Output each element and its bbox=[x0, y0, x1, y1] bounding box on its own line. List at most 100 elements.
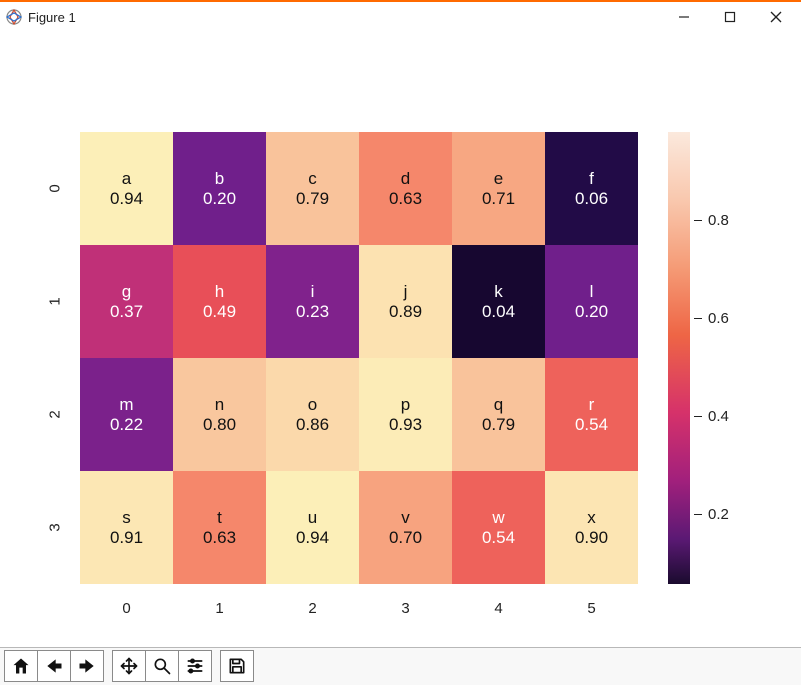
colorbar-tick: 0.2 bbox=[694, 506, 729, 523]
window-frame: Figure 1 0 1 2 3 a0.94b0.20c0.79d0.63e0.… bbox=[0, 0, 801, 685]
heatmap-cell: g0.37 bbox=[80, 245, 173, 358]
y-tick: 0 bbox=[47, 174, 64, 204]
cell-label: t bbox=[217, 508, 222, 528]
figure-canvas[interactable]: 0 1 2 3 a0.94b0.20c0.79d0.63e0.71f0.06g0… bbox=[0, 32, 801, 647]
colorbar-tick: 0.4 bbox=[694, 408, 729, 425]
cell-label: j bbox=[404, 282, 408, 302]
cell-value: 0.86 bbox=[296, 415, 329, 435]
colorbar bbox=[668, 132, 690, 584]
x-tick: 3 bbox=[359, 600, 452, 617]
zoom-button[interactable] bbox=[145, 650, 179, 682]
cell-value: 0.20 bbox=[203, 189, 236, 209]
cell-label: d bbox=[401, 169, 410, 189]
y-tick: 3 bbox=[47, 513, 64, 543]
configure-subplots-button[interactable] bbox=[178, 650, 212, 682]
minimize-button[interactable] bbox=[661, 2, 707, 32]
heatmap-cell: b0.20 bbox=[173, 132, 266, 245]
cell-label: p bbox=[401, 395, 410, 415]
cell-value: 0.06 bbox=[575, 189, 608, 209]
heatmap-plot: 0 1 2 3 a0.94b0.20c0.79d0.63e0.71f0.06g0… bbox=[60, 112, 760, 632]
cell-label: l bbox=[590, 282, 594, 302]
cell-value: 0.63 bbox=[389, 189, 422, 209]
cell-label: u bbox=[308, 508, 317, 528]
heatmap-cell: w0.54 bbox=[452, 471, 545, 584]
cell-value: 0.71 bbox=[482, 189, 515, 209]
cell-value: 0.94 bbox=[110, 189, 143, 209]
cell-value: 0.80 bbox=[203, 415, 236, 435]
titlebar: Figure 1 bbox=[0, 2, 801, 32]
cell-value: 0.89 bbox=[389, 302, 422, 322]
heatmap-cell: j0.89 bbox=[359, 245, 452, 358]
x-tick: 2 bbox=[266, 600, 359, 617]
heatmap-cell: m0.22 bbox=[80, 358, 173, 471]
cell-value: 0.70 bbox=[389, 528, 422, 548]
heatmap-cell: p0.93 bbox=[359, 358, 452, 471]
x-tick: 5 bbox=[545, 600, 638, 617]
x-axis-ticks: 0 1 2 3 4 5 bbox=[80, 594, 638, 618]
pan-button[interactable] bbox=[112, 650, 146, 682]
cell-label: h bbox=[215, 282, 224, 302]
cell-label: r bbox=[589, 395, 595, 415]
y-tick: 1 bbox=[47, 287, 64, 317]
cell-value: 0.54 bbox=[482, 528, 515, 548]
cell-label: v bbox=[401, 508, 410, 528]
x-tick: 0 bbox=[80, 600, 173, 617]
colorbar-tick: 0.8 bbox=[694, 212, 729, 229]
cell-label: f bbox=[589, 169, 594, 189]
heatmap-cell: s0.91 bbox=[80, 471, 173, 584]
heatmap-cell: d0.63 bbox=[359, 132, 452, 245]
cell-label: q bbox=[494, 395, 503, 415]
save-button[interactable] bbox=[220, 650, 254, 682]
heatmap-cell: e0.71 bbox=[452, 132, 545, 245]
cell-label: w bbox=[492, 508, 504, 528]
colorbar-tick: 0.6 bbox=[694, 310, 729, 327]
window-title: Figure 1 bbox=[28, 10, 76, 25]
cell-label: n bbox=[215, 395, 224, 415]
maximize-button[interactable] bbox=[707, 2, 753, 32]
x-tick: 4 bbox=[452, 600, 545, 617]
heatmap-cell: q0.79 bbox=[452, 358, 545, 471]
heatmap-grid: a0.94b0.20c0.79d0.63e0.71f0.06g0.37h0.49… bbox=[80, 132, 638, 584]
heatmap-cell: k0.04 bbox=[452, 245, 545, 358]
back-button[interactable] bbox=[37, 650, 71, 682]
cell-value: 0.04 bbox=[482, 302, 515, 322]
y-axis-ticks: 0 1 2 3 bbox=[40, 132, 70, 584]
home-button[interactable] bbox=[4, 650, 38, 682]
cell-value: 0.90 bbox=[575, 528, 608, 548]
cell-value: 0.63 bbox=[203, 528, 236, 548]
cell-value: 0.91 bbox=[110, 528, 143, 548]
y-tick: 2 bbox=[47, 400, 64, 430]
cell-value: 0.23 bbox=[296, 302, 329, 322]
app-icon bbox=[6, 9, 22, 25]
cell-label: x bbox=[587, 508, 596, 528]
heatmap-cell: a0.94 bbox=[80, 132, 173, 245]
cell-label: b bbox=[215, 169, 224, 189]
cell-label: g bbox=[122, 282, 131, 302]
cell-label: m bbox=[119, 395, 133, 415]
cell-label: a bbox=[122, 169, 131, 189]
cell-value: 0.93 bbox=[389, 415, 422, 435]
heatmap-cell: n0.80 bbox=[173, 358, 266, 471]
heatmap-cell: u0.94 bbox=[266, 471, 359, 584]
cell-value: 0.20 bbox=[575, 302, 608, 322]
cell-value: 0.94 bbox=[296, 528, 329, 548]
cell-label: k bbox=[494, 282, 503, 302]
cell-value: 0.37 bbox=[110, 302, 143, 322]
nav-toolbar bbox=[0, 647, 801, 685]
close-button[interactable] bbox=[753, 2, 799, 32]
heatmap-cell: o0.86 bbox=[266, 358, 359, 471]
heatmap-cell: f0.06 bbox=[545, 132, 638, 245]
forward-button[interactable] bbox=[70, 650, 104, 682]
cell-value: 0.49 bbox=[203, 302, 236, 322]
heatmap-cell: c0.79 bbox=[266, 132, 359, 245]
cell-value: 0.79 bbox=[296, 189, 329, 209]
heatmap-cell: t0.63 bbox=[173, 471, 266, 584]
cell-value: 0.22 bbox=[110, 415, 143, 435]
x-tick: 1 bbox=[173, 600, 266, 617]
heatmap-cell: i0.23 bbox=[266, 245, 359, 358]
heatmap-cell: r0.54 bbox=[545, 358, 638, 471]
cell-label: c bbox=[308, 169, 317, 189]
cell-label: o bbox=[308, 395, 317, 415]
heatmap-cell: h0.49 bbox=[173, 245, 266, 358]
cell-label: i bbox=[311, 282, 315, 302]
